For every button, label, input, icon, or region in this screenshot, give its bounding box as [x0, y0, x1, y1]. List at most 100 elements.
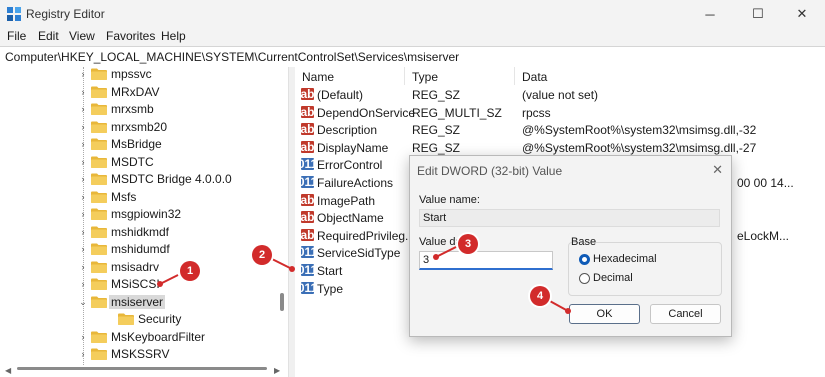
chevron-right-icon[interactable]: › — [78, 139, 88, 149]
menu-favorites[interactable]: Favorites — [106, 29, 155, 43]
hexadecimal-label[interactable]: Hexadecimal — [593, 253, 657, 265]
tree-item[interactable]: › mshidkmdf — [0, 224, 288, 241]
tree-item[interactable]: › MSDTC Bridge 4.0.0.0 — [0, 171, 288, 188]
tree-item-label: MSDTC — [111, 154, 154, 169]
column-header-type[interactable]: Type — [412, 70, 438, 84]
minimize-button[interactable]: ─ — [687, 0, 733, 28]
folder-icon — [91, 121, 107, 133]
registry-editor-app-icon — [7, 7, 21, 21]
tree-item-label: mrxsmb — [111, 102, 154, 116]
tree-item[interactable]: › mshidumdf — [0, 241, 288, 258]
value-name: ServiceSidType — [317, 246, 401, 261]
tree-item-label: MRxDAV — [111, 84, 160, 99]
string-value-icon: ab — [300, 87, 315, 101]
tree-item-label: msgpiowin32 — [111, 207, 182, 221]
menu-file[interactable]: File — [7, 29, 26, 43]
close-button[interactable]: ✕ — [779, 0, 825, 28]
value-data-field[interactable] — [419, 251, 553, 270]
tree-item[interactable]: › mrxsmb20 — [0, 119, 288, 136]
tree-item[interactable]: › mpssvc — [0, 67, 288, 83]
value-type: REG_MULTI_SZ — [412, 105, 502, 120]
string-value-icon: ab — [300, 227, 315, 242]
tree-item[interactable]: › MSDTC — [0, 154, 288, 171]
tree-item[interactable]: › mrxsmb — [0, 101, 288, 118]
value-name-field[interactable] — [419, 209, 720, 227]
value-name: FailureActions — [317, 176, 394, 190]
address-bar[interactable]: Computer\HKEY_LOCAL_MACHINE\SYSTEM\Curre… — [0, 46, 825, 68]
string-value-icon: ab — [300, 104, 315, 119]
chevron-down-icon[interactable]: ⌄ — [78, 297, 88, 308]
tree-horizontal-scrollbar[interactable] — [17, 367, 267, 370]
chevron-right-icon[interactable]: › — [78, 227, 88, 237]
folder-icon — [91, 348, 107, 360]
tree-item-label: Msfs — [111, 189, 137, 204]
chevron-right-icon[interactable]: › — [78, 104, 88, 114]
tree-item[interactable]: › MSKSSRV — [0, 346, 288, 363]
tree-vertical-scrollbar[interactable] — [280, 293, 284, 311]
chevron-right-icon[interactable]: › — [78, 87, 88, 97]
chevron-right-icon[interactable]: › — [78, 69, 88, 79]
tree-item[interactable]: › Msfs — [0, 189, 288, 206]
chevron-right-icon[interactable]: › — [78, 244, 88, 254]
window-title: Registry Editor — [26, 7, 105, 21]
folder-icon — [91, 331, 107, 343]
chevron-right-icon[interactable]: › — [78, 262, 88, 272]
column-separator[interactable] — [404, 67, 405, 85]
dword-value-icon: 011 — [297, 175, 318, 189]
chevron-right-icon[interactable]: › — [78, 332, 88, 342]
value-name: DisplayName — [317, 140, 389, 155]
column-header-name[interactable]: Name — [302, 70, 334, 84]
tree-item[interactable]: › MRxDAV — [0, 84, 288, 101]
value-row[interactable]: ab Description REG_SZ @%SystemRoot%\system3… — [295, 121, 825, 139]
column-separator[interactable] — [514, 67, 515, 85]
tree-subitem[interactable]: Security — [0, 311, 288, 328]
title-bar: Registry Editor ─ ☐ ✕ — [0, 0, 825, 28]
tree-item-label: mshidumdf — [111, 242, 170, 256]
value-row[interactable]: ab DependOnService REG_MULTI_SZ rpcss — [295, 104, 825, 122]
chevron-right-icon[interactable]: › — [78, 192, 88, 202]
column-header-data[interactable]: Data — [522, 70, 547, 84]
folder-icon — [91, 68, 107, 80]
dword-value-icon: 011 — [297, 245, 318, 260]
tree-item[interactable]: › msisadrv — [0, 259, 288, 276]
maximize-button[interactable]: ☐ — [735, 0, 781, 28]
value-name: Description — [317, 123, 378, 138]
base-group — [568, 242, 722, 296]
tree-item[interactable]: ⌄ msiserver — [0, 294, 288, 311]
value-name-label: Value name: — [419, 194, 480, 206]
menu-help[interactable]: Help — [161, 29, 186, 43]
value-name: Type — [317, 281, 344, 296]
chevron-right-icon[interactable]: › — [78, 157, 88, 167]
menu-edit[interactable]: Edit — [38, 29, 59, 43]
tree-item-label: msiserver — [109, 294, 166, 309]
string-value-icon: ab — [300, 122, 315, 137]
callout-4: 4 — [530, 286, 550, 306]
chevron-right-icon[interactable]: › — [78, 279, 88, 289]
value-data: eLockM... — [737, 228, 790, 243]
menu-view[interactable]: View — [69, 29, 95, 43]
dialog-close-icon[interactable]: ✕ — [712, 162, 723, 178]
cancel-button[interactable]: Cancel — [650, 304, 721, 324]
decimal-label[interactable]: Decimal — [593, 272, 633, 284]
chevron-right-icon[interactable]: › — [78, 122, 88, 132]
value-name: (Default) — [317, 88, 364, 102]
tree-item[interactable]: › MSiSCSI — [0, 276, 288, 293]
chevron-right-icon[interactable]: › — [78, 174, 88, 184]
scroll-right-arrow-icon[interactable]: ▶ — [274, 366, 280, 375]
tree-item[interactable]: › MsBridge — [0, 136, 288, 153]
ok-button[interactable]: OK — [569, 304, 640, 324]
scroll-left-arrow-icon[interactable]: ◀ — [5, 366, 11, 375]
chevron-right-icon[interactable]: › — [78, 349, 88, 359]
value-type: REG_SZ — [412, 88, 461, 102]
decimal-radio[interactable] — [579, 273, 590, 284]
tree-item-label: MSKSSRV — [111, 347, 170, 361]
hexadecimal-radio[interactable] — [579, 254, 590, 265]
key-tree-pane[interactable]: › mpssvc › MRxDAV › mrxsmb › mrxsmb20 › MsBridge ›… — [0, 67, 288, 365]
value-name: RequiredPrivileg... — [317, 228, 416, 243]
chevron-right-icon[interactable]: › — [78, 209, 88, 219]
address-path: Computer\HKEY_LOCAL_MACHINE\SYSTEM\Curre… — [5, 50, 460, 64]
tree-item[interactable]: › msgpiowin32 — [0, 206, 288, 223]
folder-icon — [91, 138, 107, 150]
tree-item[interactable]: › MsKeyboardFilter — [0, 329, 288, 346]
value-row[interactable]: ab (Default) REG_SZ (value not set) — [295, 86, 825, 104]
